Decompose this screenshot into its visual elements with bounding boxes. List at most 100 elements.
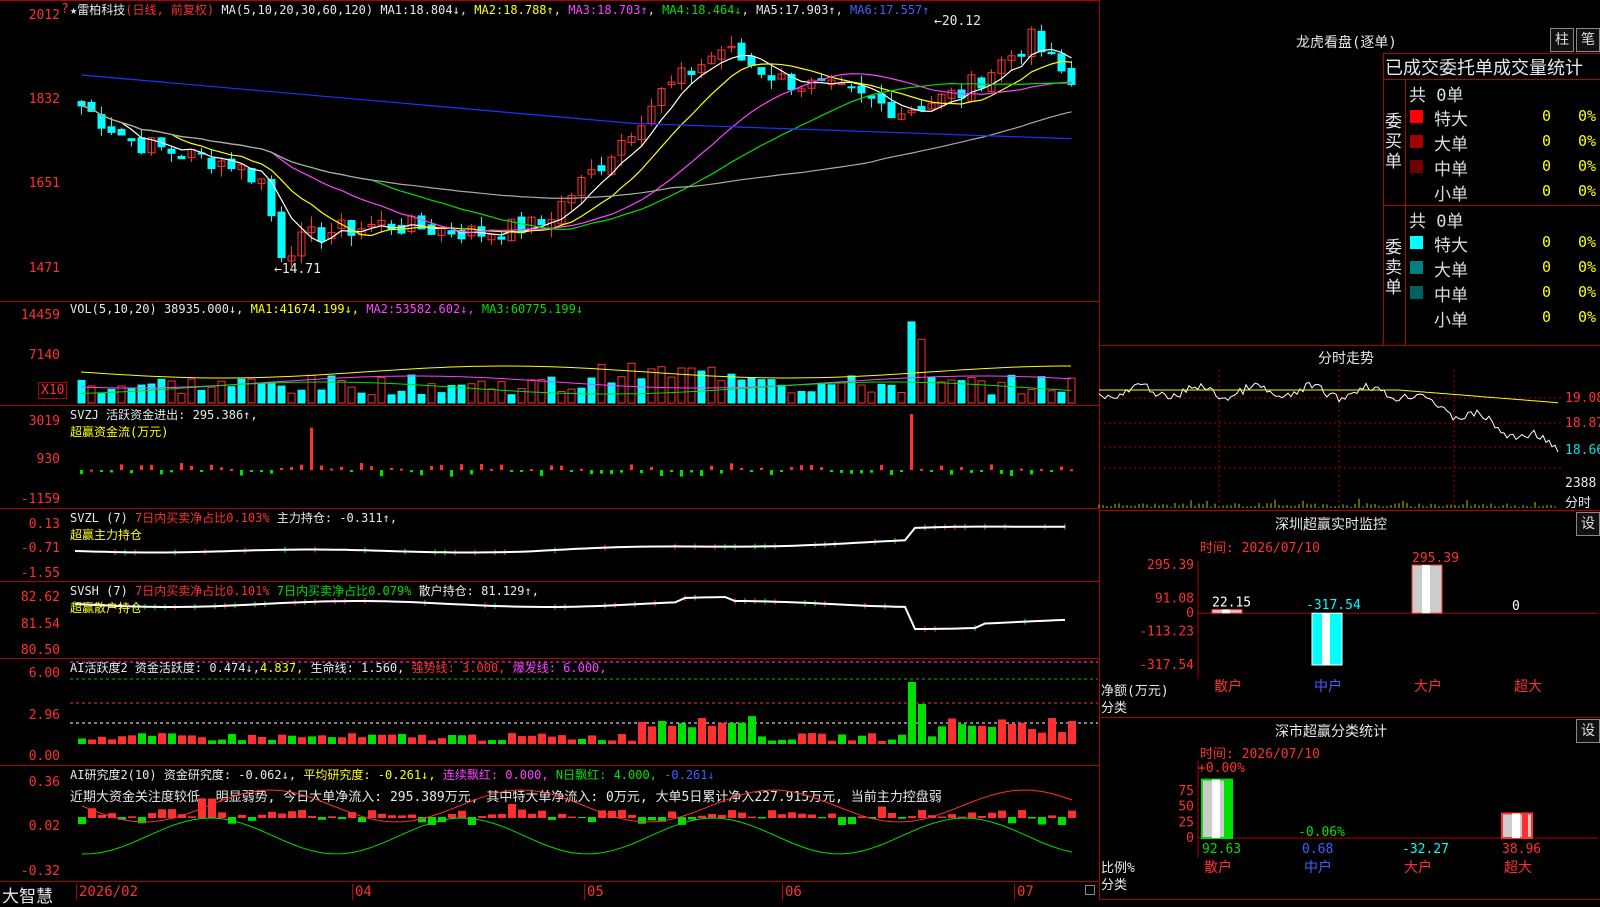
candlestick-chart[interactable] bbox=[0, 0, 1100, 302]
volume-bar bbox=[77, 379, 86, 404]
volume-bar bbox=[237, 378, 246, 404]
svzj-bar bbox=[100, 470, 103, 472]
research-bar bbox=[778, 814, 786, 818]
bar-category-label: 超大 bbox=[1504, 860, 1532, 876]
activity-bar bbox=[298, 737, 306, 744]
bar-category-label: 散户 bbox=[1214, 678, 1242, 695]
brand-label: 大智慧 bbox=[2, 887, 53, 907]
buy-row-label: 大单 bbox=[1434, 135, 1468, 155]
volume-bar bbox=[297, 389, 306, 404]
volume-bar bbox=[937, 381, 946, 404]
candle-body bbox=[177, 155, 186, 160]
activity-bar bbox=[878, 740, 886, 744]
volume-bar bbox=[907, 321, 916, 404]
activity-bar bbox=[588, 735, 596, 744]
candle-body bbox=[1017, 53, 1026, 57]
volume-chart[interactable] bbox=[0, 302, 1100, 406]
candle-body bbox=[277, 211, 286, 259]
research-bar bbox=[288, 811, 296, 818]
research-bar bbox=[918, 810, 926, 818]
volume-bar bbox=[577, 387, 586, 404]
svzj-bar bbox=[580, 468, 583, 471]
research-bar bbox=[908, 816, 916, 818]
svzj-chart[interactable] bbox=[0, 406, 1100, 509]
activity-bar bbox=[1038, 732, 1046, 744]
ai-research-chart[interactable] bbox=[0, 766, 1100, 882]
candle-body bbox=[887, 101, 896, 119]
activity-bar bbox=[448, 735, 456, 744]
svzj-bar bbox=[920, 468, 923, 471]
activity-bar bbox=[958, 724, 966, 744]
svzj-bar bbox=[530, 469, 533, 472]
fenshi-chart[interactable] bbox=[1098, 370, 1564, 510]
szfl-title: 深市超赢分类统计 bbox=[1275, 724, 1387, 740]
volume-bar bbox=[167, 380, 176, 404]
szfl-chart[interactable]: 7550250 +0.00% -0.06% 92.63 散户 0.68 中户 -32.27 大户… bbox=[1099, 760, 1600, 900]
activity-bar bbox=[288, 735, 296, 744]
bar-value-label: -317.54 bbox=[1306, 598, 1361, 613]
svzj-bar bbox=[390, 467, 393, 470]
lock-icon[interactable] bbox=[1085, 885, 1095, 895]
svzj-bar bbox=[550, 465, 553, 470]
volume-bar bbox=[887, 384, 896, 404]
research-bar bbox=[188, 816, 196, 818]
lhb-title: 龙虎看盘(逐单) bbox=[1296, 35, 1397, 51]
activity-bar bbox=[148, 735, 156, 744]
svzj-bar bbox=[190, 465, 193, 470]
bar-ytick-label: 25 bbox=[1178, 815, 1194, 830]
szfl-settings-button[interactable]: 设 bbox=[1576, 719, 1600, 743]
svzj-bar bbox=[170, 470, 173, 473]
activity-bar bbox=[828, 740, 836, 744]
sell-row-count: 0 bbox=[1542, 283, 1552, 301]
svzl-chart[interactable] bbox=[0, 509, 1100, 582]
research-bar bbox=[818, 817, 826, 819]
bar-ytick-label: 295.39 bbox=[1147, 558, 1194, 573]
volume-bar bbox=[197, 389, 206, 404]
research-bar bbox=[788, 812, 796, 818]
buy-side-label: 委买单 bbox=[1385, 112, 1402, 172]
volume-bar bbox=[617, 376, 626, 404]
szjk-chart[interactable]: 295.3991.080-113.23-317.5422.15散户-317.54… bbox=[1099, 551, 1600, 718]
bar-highlight bbox=[1512, 813, 1520, 838]
bar-ytick-label: 0 bbox=[1186, 831, 1194, 846]
svzj-bar bbox=[510, 470, 513, 472]
szjk-settings-button[interactable]: 设 bbox=[1576, 512, 1600, 536]
volume-bar bbox=[837, 382, 846, 404]
candle-body bbox=[447, 230, 456, 235]
bar-view-button[interactable]: 柱 bbox=[1550, 28, 1574, 52]
volume-bar bbox=[367, 394, 376, 404]
svzj-bar bbox=[330, 468, 333, 471]
research-bar bbox=[748, 816, 756, 818]
bar-value-label: -32.27 bbox=[1402, 842, 1449, 857]
svzj-bar bbox=[690, 470, 693, 473]
bar-category-label: 大户 bbox=[1414, 678, 1442, 695]
tick-view-button[interactable]: 笔 bbox=[1576, 28, 1600, 52]
research-bar bbox=[628, 814, 636, 818]
svzj-bar bbox=[780, 470, 783, 472]
svzj-bar bbox=[180, 463, 183, 470]
buy-row-label: 中单 bbox=[1434, 160, 1468, 180]
lhb-header: 已成交委托单成交量统计 bbox=[1385, 58, 1583, 79]
activity-bar bbox=[668, 725, 676, 744]
activity-bar bbox=[1018, 723, 1026, 744]
candle-body bbox=[737, 42, 746, 61]
ai-activity-chart[interactable] bbox=[0, 659, 1100, 766]
activity-bar bbox=[718, 722, 726, 744]
research-bar bbox=[208, 798, 216, 818]
activity-bar bbox=[468, 734, 476, 744]
activity-bar bbox=[568, 739, 576, 744]
candle-body bbox=[857, 85, 866, 94]
bar-ytick-label: -113.23 bbox=[1139, 625, 1194, 640]
research-bar bbox=[388, 815, 396, 818]
volume-bar bbox=[1037, 376, 1046, 404]
svzj-bar bbox=[140, 465, 143, 470]
activity-bar bbox=[238, 740, 246, 744]
research-bar bbox=[458, 810, 466, 818]
svsh-chart[interactable] bbox=[0, 582, 1100, 659]
svzj-bar bbox=[1030, 470, 1033, 475]
research-bar bbox=[548, 817, 556, 820]
research-bar bbox=[688, 817, 696, 820]
svzj-bar bbox=[680, 470, 683, 477]
svzj-bar bbox=[660, 470, 663, 477]
activity-bar bbox=[438, 738, 446, 744]
